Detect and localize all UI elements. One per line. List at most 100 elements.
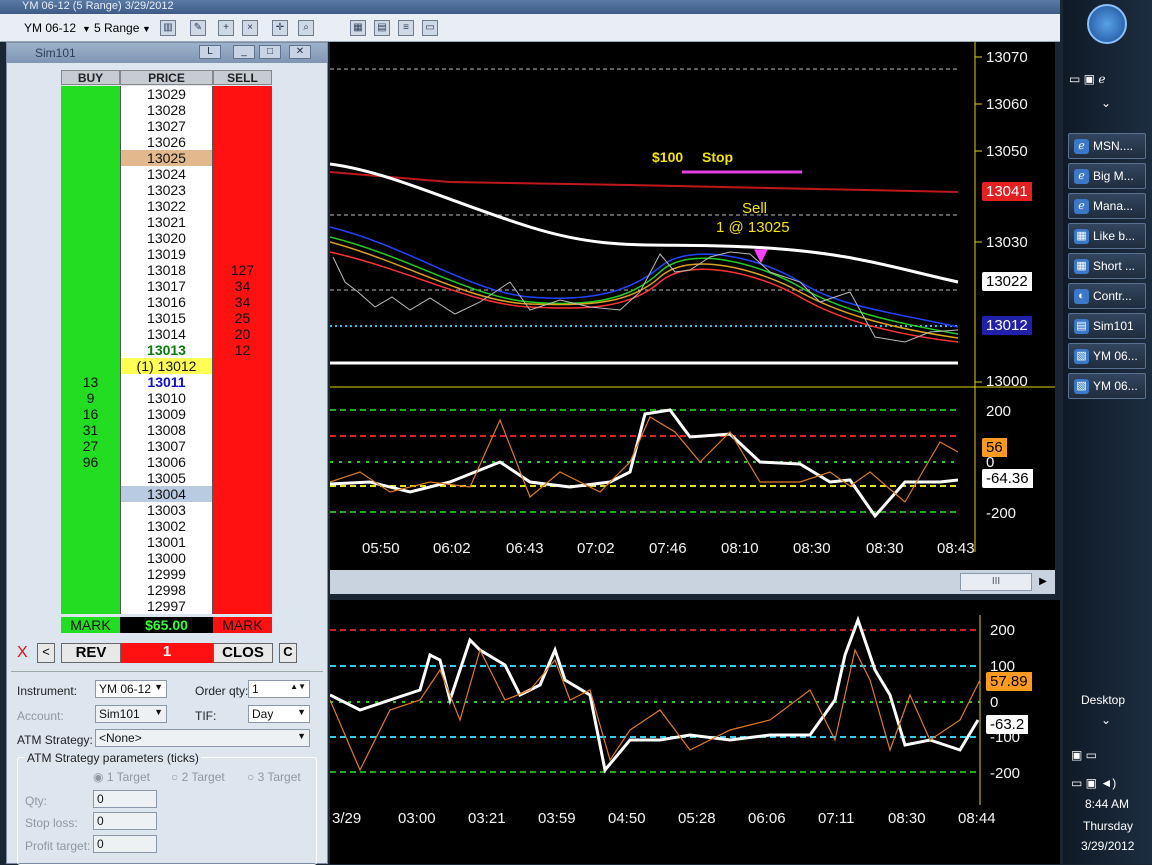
buy-cell[interactable] (61, 134, 120, 150)
zoom-icon[interactable]: ⌕ (298, 20, 314, 36)
sell-cell[interactable] (213, 534, 272, 550)
buy-cell[interactable] (61, 214, 120, 230)
sell-mark-button[interactable]: MARK (213, 617, 272, 633)
buy-cell[interactable]: 31 (61, 422, 120, 438)
scroll-right-icon[interactable]: ▶ (1036, 573, 1050, 591)
close-icon[interactable]: ✕ (289, 45, 311, 59)
crosshair-icon[interactable]: ✛ (272, 20, 288, 36)
close-position-button[interactable]: CLOS (213, 643, 273, 663)
back-button[interactable]: < (37, 643, 55, 663)
buy-cell[interactable] (61, 550, 120, 566)
target-3-radio[interactable]: ○ 3 Target (247, 770, 301, 784)
buy-cell[interactable]: 96 (61, 454, 120, 470)
data-box-icon[interactable]: ▭ (422, 20, 438, 36)
sell-cell[interactable] (213, 470, 272, 486)
taskbar-button[interactable]: ℯ MSN.... (1068, 133, 1146, 159)
buy-mark-button[interactable]: MARK (61, 617, 120, 633)
buy-cell[interactable] (61, 182, 120, 198)
instrument-select[interactable]: YM 06-12 ▼ (95, 680, 167, 698)
sell-cell[interactable] (213, 86, 272, 102)
sell-cell[interactable] (213, 502, 272, 518)
sell-cell[interactable]: 12 (213, 342, 272, 358)
taskbar-button[interactable]: ▦ Short ... (1068, 253, 1146, 279)
sell-cell[interactable] (213, 246, 272, 262)
strategies-icon[interactable]: ▤ (374, 20, 390, 36)
order-quantity[interactable]: 1 (121, 643, 213, 663)
sell-cell[interactable] (213, 214, 272, 230)
chevron-down-icon[interactable]: ⌄ (1101, 96, 1111, 110)
sell-cell[interactable] (213, 182, 272, 198)
desktop-label[interactable]: Desktop (1081, 693, 1125, 707)
taskbar-button[interactable]: ▧ YM 06... (1068, 343, 1146, 369)
buy-cell[interactable] (61, 278, 120, 294)
buy-cell[interactable] (61, 582, 120, 598)
buy-cell[interactable]: 27 (61, 438, 120, 454)
properties-icon[interactable]: ≡ (398, 20, 414, 36)
sell-cell[interactable]: 25 (213, 310, 272, 326)
price-chart[interactable]: ▼ 13070 13060 13050 13030 13000 $100 Sto… (330, 42, 1055, 570)
add-indicator-icon[interactable]: + (218, 20, 234, 36)
chevron-down-icon[interactable]: ⌄ (1101, 713, 1111, 727)
taskbar-button[interactable]: ▦ Like b... (1068, 223, 1146, 249)
buy-cell[interactable] (61, 358, 120, 374)
sell-cell[interactable] (213, 454, 272, 470)
indicators-icon[interactable]: ▦ (350, 20, 366, 36)
sell-cell[interactable] (213, 102, 272, 118)
sell-cell[interactable] (213, 198, 272, 214)
buy-cell[interactable] (61, 342, 120, 358)
buy-cell[interactable] (61, 166, 120, 182)
buy-cell[interactable] (61, 534, 120, 550)
link-button[interactable]: L (199, 45, 221, 59)
buy-cell[interactable] (61, 566, 120, 582)
sell-cell[interactable] (213, 118, 272, 134)
buy-cell[interactable] (61, 518, 120, 534)
minimize-icon[interactable]: _ (233, 45, 255, 59)
instrument-selector[interactable]: YM 06-12 (24, 21, 76, 35)
remove-indicator-icon[interactable]: × (242, 20, 258, 36)
taskbar-button[interactable]: ▧ YM 06... (1068, 373, 1146, 399)
taskbar-button[interactable]: ▤ Sim101 (1068, 313, 1146, 339)
buy-cell[interactable]: 16 (61, 406, 120, 422)
tray-icons-2[interactable]: ▭ ▣ ◄) (1071, 776, 1116, 790)
sell-cell[interactable] (213, 486, 272, 502)
sell-cell[interactable] (213, 438, 272, 454)
sell-cell[interactable]: 20 (213, 326, 272, 342)
chevron-down-icon[interactable]: ▼ (142, 24, 151, 34)
sell-cell[interactable] (213, 598, 272, 614)
scrollbar-thumb[interactable]: III (960, 573, 1032, 591)
sell-cell[interactable]: 34 (213, 278, 272, 294)
clock-time[interactable]: 8:44 AM (1085, 797, 1129, 811)
clock-date[interactable]: 3/29/2012 (1081, 839, 1134, 853)
buy-cell[interactable]: 9 (61, 390, 120, 406)
buy-cell[interactable] (61, 246, 120, 262)
reverse-button[interactable]: REV (61, 643, 121, 663)
taskbar-button[interactable]: ◐ Contr... (1068, 283, 1146, 309)
sell-cell[interactable]: 127 (213, 262, 272, 278)
sell-cell[interactable] (213, 134, 272, 150)
sell-cell[interactable] (213, 566, 272, 582)
spinner-icon[interactable]: ▲▼ (290, 682, 306, 691)
chart-style-icon[interactable]: ▥ (160, 20, 176, 36)
maximize-icon[interactable]: □ (259, 45, 281, 59)
atm-strategy-select[interactable]: <None> ▼ (95, 729, 310, 747)
buy-cell[interactable] (61, 294, 120, 310)
sell-cell[interactable] (213, 166, 272, 182)
chevron-down-icon[interactable]: ▼ (82, 24, 91, 34)
sell-cell[interactable] (213, 422, 272, 438)
taskbar-button[interactable]: ℯ Big M... (1068, 163, 1146, 189)
sell-cell[interactable] (213, 358, 272, 374)
tray-icons[interactable]: ▣ ▭ (1071, 748, 1097, 762)
sell-cell[interactable] (213, 406, 272, 422)
buy-cell[interactable] (61, 486, 120, 502)
buy-cell[interactable] (61, 230, 120, 246)
cancel-orders-button[interactable]: X (17, 644, 28, 662)
clear-button[interactable]: C (279, 643, 297, 663)
order-qty-input[interactable]: 1 ▲▼ (248, 680, 310, 698)
buy-cell[interactable]: 13 (61, 374, 120, 390)
buy-cell[interactable] (61, 310, 120, 326)
sell-cell[interactable] (213, 374, 272, 390)
buy-cell[interactable] (61, 502, 120, 518)
target-1-radio[interactable]: ◉ 1 Target (93, 770, 150, 784)
sell-cell[interactable]: 34 (213, 294, 272, 310)
buy-cell[interactable] (61, 150, 120, 166)
